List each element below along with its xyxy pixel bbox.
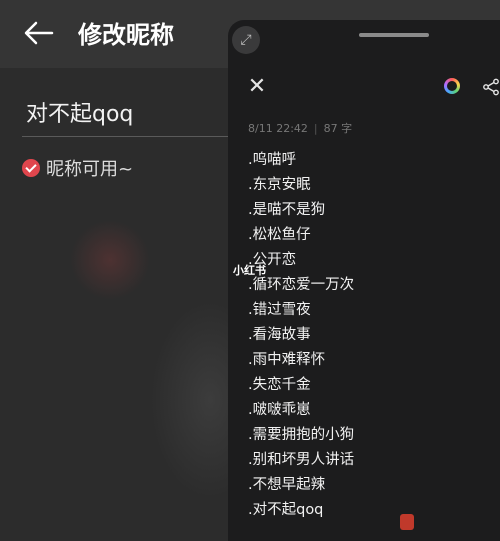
close-icon[interactable]: ✕ [246, 76, 268, 98]
note-meta: 8/11 22:42 | 87 字 [248, 122, 353, 135]
nickname-input[interactable]: 对不起qoq [26, 96, 226, 136]
note-line: .失恋千金 [248, 377, 311, 393]
note-line: .看海故事 [248, 327, 311, 343]
note-line: .雨中难释怀 [248, 352, 326, 368]
availability-row: 昵称可用~ [22, 155, 133, 181]
watermark: 小红书 [233, 264, 266, 277]
note-lines[interactable]: .呜喵呼 .东京安眠 .是喵不是狗 .松松鱼仔 .公开恋 .循环恋爱一万次 .错… [248, 148, 354, 523]
page-title: 修改昵称 [78, 21, 174, 49]
note-line: .对不起qoq [248, 502, 324, 518]
note-line: .啵啵乖崽 [248, 402, 311, 418]
note-line: .是喵不是狗 [248, 202, 326, 218]
availability-text: 昵称可用~ [46, 159, 134, 180]
expand-icon[interactable]: ⤢ [232, 26, 260, 54]
back-arrow-icon[interactable] [22, 16, 56, 50]
note-line: .错过雪夜 [248, 302, 311, 318]
note-line: .不想早起辣 [248, 477, 326, 493]
note-line: .松松鱼仔 [248, 227, 311, 243]
note-line: .需要拥抱的小狗 [248, 427, 355, 443]
note-line: .呜喵呼 [248, 152, 297, 168]
app-logo-icon [400, 514, 414, 530]
drag-handle[interactable] [359, 33, 429, 37]
color-palette-icon[interactable] [444, 78, 460, 94]
note-line: .东京安眠 [248, 177, 311, 193]
note-datetime: 8/11 22:42 [248, 122, 308, 135]
share-icon[interactable] [482, 78, 500, 96]
check-circle-icon [22, 159, 40, 177]
note-line: .别和坏男人讲话 [248, 452, 355, 468]
background-decoration [70, 220, 150, 300]
note-word-count: 87 字 [323, 122, 353, 135]
nickname-input-underline [22, 136, 232, 137]
floating-note-window[interactable]: ⤢ ✕ 8/11 22:42 | 87 字 .呜喵呼 .东京安眠 .是喵不是狗 .松… [228, 20, 500, 541]
